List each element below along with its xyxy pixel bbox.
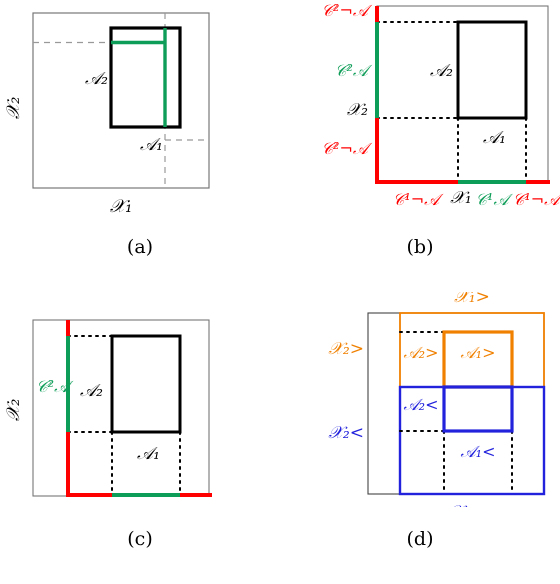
caption-a: (a) xyxy=(126,236,154,258)
figure-root: 𝒜₂ 𝒜₁ 𝒳₂ 𝒳₁ (a) 𝒜₂ 𝒜₁ 𝒞²¬𝒜 𝒞²𝒜 𝒳₂ 𝒞²¬𝒜 𝒞… xyxy=(0,0,560,584)
blue-rectangle-d xyxy=(442,385,514,433)
label-c1-a-b: 𝒞¹𝒜 xyxy=(475,190,513,209)
label-a2-a: 𝒜₂ xyxy=(85,69,108,89)
label-a1-a: 𝒜₁ xyxy=(140,135,163,155)
label-a1-c: 𝒜₁ xyxy=(137,444,160,464)
domain-square-a xyxy=(32,12,210,189)
panel-a-canvas: 𝒜₂ 𝒜₁ 𝒳₂ 𝒳₁ xyxy=(3,12,210,217)
axis-label-x1-c: 𝒳₁ xyxy=(93,505,116,507)
caption-b: (b) xyxy=(406,236,434,258)
label-a2-c: 𝒜₂ xyxy=(80,381,103,401)
label-c1-not-a-left-b: 𝒞¹¬𝒜 xyxy=(393,190,444,209)
label-x1-b: 𝒳₁ xyxy=(450,188,471,208)
caption-c: (c) xyxy=(127,528,153,550)
axis-label-x2-a: 𝒳₂ xyxy=(3,97,24,120)
label-a1-b: 𝒜₁ xyxy=(483,128,506,148)
axis-label-x2-c: 𝒳₂ xyxy=(3,399,24,422)
label-x1-lt-d: 𝒳₁< xyxy=(448,502,484,507)
label-c2-not-a-bottom-b: 𝒞²¬𝒜 xyxy=(321,139,372,158)
label-x2-b: 𝒳₂ xyxy=(347,100,369,120)
label-a2-b: 𝒜₂ xyxy=(430,61,453,81)
panel-c-canvas: 𝒞²𝒜 𝒜₂ 𝒜₁ 𝒳₂ 𝒳₁ 𝒞¹𝒜 xyxy=(3,319,212,507)
domain-square-d xyxy=(367,312,545,495)
label-c2-a-b: 𝒞²𝒜 xyxy=(335,61,373,80)
label-x2-gt-d: 𝒳₂> xyxy=(328,339,364,359)
domain-square-c xyxy=(32,319,210,497)
label-a1-lt-d: 𝒜₁< xyxy=(461,442,496,461)
label-c1-not-a-right-b: 𝒞¹¬𝒜 xyxy=(513,190,560,209)
label-a2-lt-d: 𝒜₂< xyxy=(404,395,439,414)
axis-label-x1-a: 𝒳₁ xyxy=(110,196,133,217)
panel-d-canvas: 𝒳₁> 𝒳₂> 𝒳₂< 𝒳₁< 𝒜₂> 𝒜₁> 𝒜₂< 𝒜₁< xyxy=(328,292,546,507)
label-c1-a-c: 𝒞¹𝒜 xyxy=(138,505,176,507)
set-rectangle-c xyxy=(110,334,182,434)
domain-square-b xyxy=(376,5,549,183)
caption-d: (d) xyxy=(406,528,434,550)
panel-a: 𝒜₂ 𝒜₁ 𝒳₂ 𝒳₁ xyxy=(0,0,280,230)
label-x1-gt-d: 𝒳₁> xyxy=(454,292,490,307)
label-a1-gt-d: 𝒜₁> xyxy=(461,343,496,362)
label-a2-gt-d: 𝒜₂> xyxy=(404,343,439,362)
panel-d: 𝒳₁> 𝒳₂> 𝒳₂< 𝒳₁< 𝒜₂> 𝒜₁> 𝒜₂< 𝒜₁< xyxy=(280,292,560,507)
panel-b-canvas: 𝒜₂ 𝒜₁ 𝒞²¬𝒜 𝒞²𝒜 𝒳₂ 𝒞²¬𝒜 𝒞¹¬𝒜 𝒳₁ 𝒞¹𝒜 𝒞¹¬𝒜 xyxy=(321,1,560,209)
label-c2-not-a-top-b: 𝒞²¬𝒜 xyxy=(321,1,372,20)
set-rectangle-b xyxy=(456,20,528,120)
panel-c: 𝒞²𝒜 𝒜₂ 𝒜₁ 𝒳₂ 𝒳₁ 𝒞¹𝒜 xyxy=(0,292,280,507)
label-x2-lt-d: 𝒳₂< xyxy=(328,423,364,443)
label-c2-a-c: 𝒞²𝒜 xyxy=(36,377,74,396)
panel-b: 𝒜₂ 𝒜₁ 𝒞²¬𝒜 𝒞²𝒜 𝒳₂ 𝒞²¬𝒜 𝒞¹¬𝒜 𝒳₁ 𝒞¹𝒜 𝒞¹¬𝒜 xyxy=(280,0,560,230)
